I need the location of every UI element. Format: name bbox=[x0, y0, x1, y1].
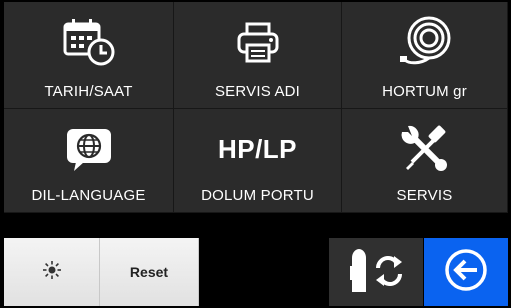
hp-lp-text: HP/LP bbox=[217, 133, 298, 164]
tank-swap-button[interactable] bbox=[329, 238, 423, 306]
tile-language[interactable]: DIL-LANGUAGE bbox=[4, 109, 174, 213]
tile-label: DOLUM PORTU bbox=[201, 187, 314, 204]
calendar-clock-icon bbox=[4, 14, 173, 70]
tile-hose[interactable]: HORTUM gr bbox=[342, 2, 508, 109]
menu-grid: TARIH/SAAT SERVIS ADI HORTUM gr DIL-LANG… bbox=[4, 2, 508, 213]
hose-reel-icon bbox=[342, 14, 507, 70]
tile-service-name[interactable]: SERVIS ADI bbox=[174, 2, 342, 109]
tile-service[interactable]: SERVIS bbox=[342, 109, 508, 213]
reset-button[interactable]: Reset bbox=[100, 238, 199, 306]
bottom-bar: Reset bbox=[4, 238, 508, 306]
printer-icon bbox=[174, 14, 341, 70]
tile-label: HORTUM gr bbox=[382, 83, 467, 100]
tile-label: SERVIS bbox=[396, 187, 453, 204]
brightness-button[interactable] bbox=[4, 238, 100, 306]
tile-label: DIL-LANGUAGE bbox=[31, 187, 146, 204]
brightness-icon bbox=[42, 260, 62, 285]
tile-date-time[interactable]: TARIH/SAAT bbox=[4, 2, 174, 109]
globe-speech-bubble-icon bbox=[4, 121, 173, 177]
back-button[interactable] bbox=[424, 238, 508, 306]
wrench-screwdriver-icon bbox=[342, 121, 507, 177]
tank-swap-icon bbox=[344, 246, 408, 299]
back-arrow-icon bbox=[444, 248, 488, 297]
tile-label: SERVIS ADI bbox=[214, 83, 301, 100]
tile-label: TARIH/SAAT bbox=[44, 83, 133, 100]
tile-fill-port[interactable]: HP/LP DOLUM PORTU bbox=[174, 109, 342, 213]
screen: TARIH/SAAT SERVIS ADI HORTUM gr DIL-LANG… bbox=[4, 2, 508, 306]
